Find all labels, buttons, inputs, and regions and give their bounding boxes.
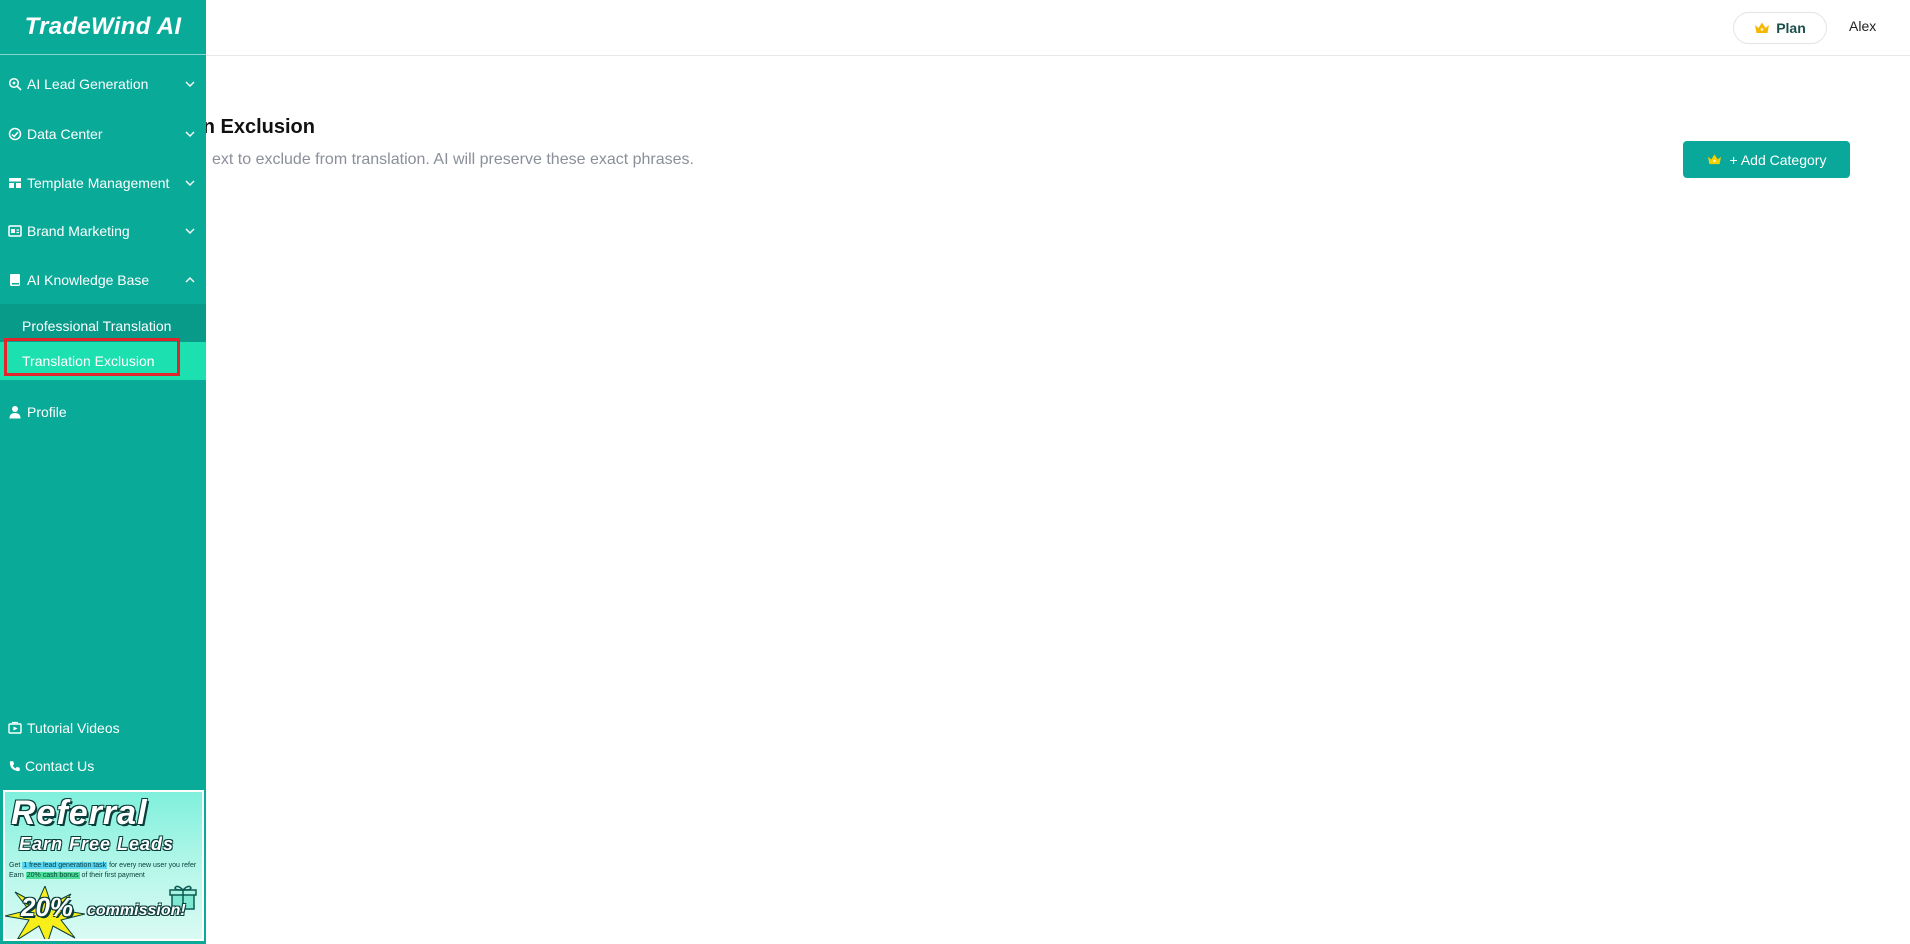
brand-marketing-icon bbox=[8, 224, 22, 238]
sidebar-item-translation-exclusion[interactable]: Translation Exclusion bbox=[0, 342, 206, 380]
banner-commission-text: commission! bbox=[87, 902, 186, 919]
plan-button[interactable]: Plan bbox=[1733, 12, 1827, 44]
sidebar-item-label: Tutorial Videos bbox=[27, 720, 120, 736]
banner-commission-pct: 20% bbox=[21, 892, 74, 922]
chevron-up-icon bbox=[185, 277, 195, 283]
add-category-label: + Add Category bbox=[1729, 151, 1827, 168]
sidebar-item-profile[interactable]: Profile bbox=[0, 392, 206, 432]
sidebar-item-label: AI Knowledge Base bbox=[27, 272, 150, 288]
phone-icon bbox=[8, 759, 22, 773]
sidebar-item-label: Data Center bbox=[27, 126, 103, 142]
banner-title: Referral bbox=[11, 794, 148, 832]
sidebar-item-brand-marketing[interactable]: Brand Marketing bbox=[0, 211, 206, 251]
sidebar: TradeWind AI AI Lead Generation Data Cen… bbox=[0, 0, 206, 944]
add-category-button[interactable]: + Add Category bbox=[1683, 141, 1850, 178]
sidebar-item-contact-us[interactable]: Contact Us bbox=[0, 746, 206, 786]
chevron-down-icon bbox=[185, 131, 195, 137]
data-center-icon bbox=[8, 127, 22, 141]
sidebar-item-professional-translation[interactable]: Professional Translation bbox=[0, 307, 206, 345]
referral-banner[interactable]: Referral Earn Free Leads Get 1 free lead… bbox=[3, 790, 204, 941]
banner-line-2: Earn 20% cash bonus of their first payme… bbox=[9, 872, 145, 879]
banner-subtitle: Earn Free Leads bbox=[19, 834, 175, 854]
chevron-down-icon bbox=[185, 228, 195, 234]
sidebar-item-ai-lead-generation[interactable]: AI Lead Generation bbox=[0, 64, 206, 104]
video-icon bbox=[8, 721, 22, 735]
sidebar-item-label: Professional Translation bbox=[22, 318, 172, 334]
sidebar-item-label: Contact Us bbox=[25, 758, 95, 774]
chevron-down-icon bbox=[185, 180, 195, 186]
sidebar-item-label: AI Lead Generation bbox=[27, 76, 149, 92]
chevron-down-icon bbox=[185, 81, 195, 87]
crown-icon bbox=[1755, 22, 1770, 33]
plan-label: Plan bbox=[1776, 20, 1806, 36]
sidebar-item-ai-knowledge-base[interactable]: AI Knowledge Base bbox=[0, 260, 206, 300]
banner-line-1: Get 1 free lead generation task for ever… bbox=[9, 862, 197, 869]
main-content: Plan Alex on Exclusion ext to exclude fr… bbox=[0, 0, 1910, 944]
user-icon bbox=[8, 405, 22, 419]
sidebar-item-data-center[interactable]: Data Center bbox=[0, 114, 206, 154]
logo-bar: TradeWind AI bbox=[0, 0, 206, 55]
crown-icon bbox=[1707, 154, 1721, 165]
sidebar-item-label: Template Management bbox=[27, 175, 170, 191]
lead-search-icon bbox=[8, 77, 22, 91]
user-name[interactable]: Alex bbox=[1849, 18, 1876, 34]
template-icon bbox=[8, 176, 22, 190]
sidebar-item-label: Translation Exclusion bbox=[22, 353, 155, 369]
sidebar-item-tutorial-videos[interactable]: Tutorial Videos bbox=[0, 708, 206, 748]
sidebar-item-label: Profile bbox=[27, 404, 67, 420]
book-icon bbox=[8, 273, 22, 287]
logo[interactable]: TradeWind AI bbox=[25, 13, 182, 41]
sidebar-item-label: Brand Marketing bbox=[27, 223, 130, 239]
knowledge-base-submenu: Professional Translation Translation Exc… bbox=[0, 304, 206, 380]
sidebar-item-template-management[interactable]: Template Management bbox=[0, 163, 206, 203]
top-bar: Plan Alex bbox=[0, 0, 1910, 56]
